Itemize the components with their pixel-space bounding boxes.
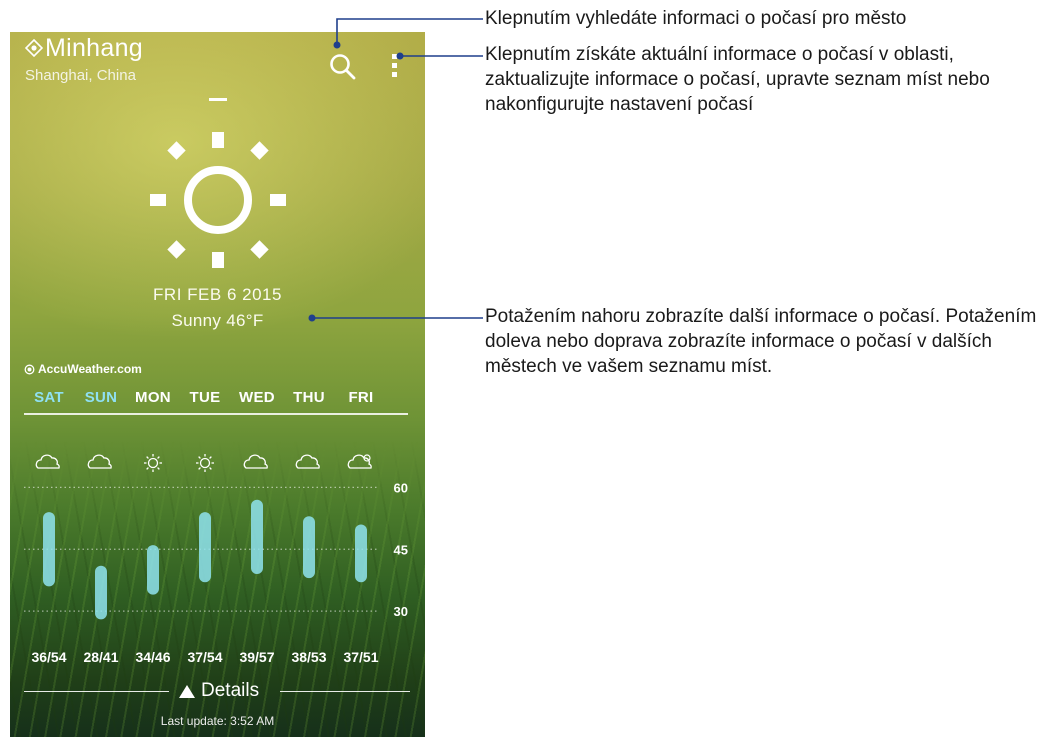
- temperature-bar: [95, 565, 107, 620]
- city-name: Minhang: [45, 34, 143, 62]
- temperature-bar: [199, 512, 211, 583]
- cloud-icon: [35, 454, 60, 469]
- temp-range: 37/51: [343, 649, 379, 665]
- search-annotation: Klepnutím vyhledáte informaci o počasí p…: [485, 8, 907, 29]
- sun-icon: [196, 454, 214, 472]
- location-pin-icon: [24, 35, 44, 64]
- details-divider-left: [24, 691, 169, 692]
- day-label[interactable]: MON: [128, 389, 178, 406]
- y-tick-label: 60: [394, 480, 408, 495]
- arrow-up-icon: [179, 684, 195, 698]
- partly-cloudy-icon: [347, 454, 372, 469]
- cloud-icon: [87, 454, 112, 469]
- region-name: Shanghai, China: [25, 67, 136, 84]
- pull-handle[interactable]: [209, 98, 227, 101]
- temp-range: 34/46: [135, 649, 171, 665]
- details-bar: Details: [24, 680, 410, 702]
- details-label: Details: [201, 680, 260, 701]
- temp-range: 28/41: [83, 649, 119, 665]
- temperature-bar: [355, 524, 367, 583]
- current-condition: Sunny 46°F: [171, 311, 264, 330]
- temperature-bar: [251, 499, 263, 574]
- y-tick-label: 45: [394, 542, 408, 557]
- day-label[interactable]: SAT: [24, 389, 74, 406]
- weather-screen[interactable]: Minhang Shanghai, China FRI FEB 6 2015 S…: [10, 32, 425, 737]
- details-divider-right: [280, 691, 410, 692]
- temp-range: 38/53: [291, 649, 327, 665]
- day-label[interactable]: FRI: [336, 389, 386, 406]
- day-label[interactable]: WED: [232, 389, 282, 406]
- swipe-annotation: Potažením nahoru zobrazíte další informa…: [485, 306, 1037, 377]
- menu-annotation: Klepnutím získáte aktuální informace o p…: [485, 44, 990, 115]
- day-label[interactable]: TUE: [180, 389, 230, 406]
- search-icon[interactable]: [328, 52, 358, 82]
- day-label[interactable]: THU: [284, 389, 334, 406]
- details-button[interactable]: Details: [179, 680, 259, 702]
- days-divider: [24, 413, 408, 415]
- sunny-weather-icon: [148, 130, 288, 270]
- temperature-bar: [147, 545, 159, 595]
- current-date: FRI FEB 6 2015: [153, 285, 282, 304]
- cloud-icon: [243, 454, 268, 469]
- provider-label: AccuWeather.com: [38, 362, 142, 376]
- sun-icon: [144, 454, 162, 472]
- accuweather-sun-icon: [24, 364, 35, 374]
- location-title: Minhang: [24, 34, 143, 64]
- temp-range: 39/57: [239, 649, 275, 665]
- accuweather-logo[interactable]: AccuWeather.com: [24, 362, 142, 376]
- temp-range: 36/54: [31, 649, 67, 665]
- temperature-bar: [303, 516, 315, 579]
- overflow-menu-icon[interactable]: [388, 52, 402, 80]
- day-label[interactable]: SUN: [76, 389, 126, 406]
- cloud-icon: [295, 454, 320, 469]
- temperature-bar: [43, 512, 55, 587]
- temp-range: 37/54: [187, 649, 223, 665]
- temperature-chart[interactable]: 60 45 30: [10, 420, 425, 645]
- last-update: Last update: 3:52 AM: [160, 714, 275, 728]
- temperature-ranges: 36/54 28/41 34/46 37/54 39/57 38/53 37/5…: [24, 649, 409, 669]
- forecast-days: SAT SUN MON TUE WED THU FRI: [24, 389, 409, 409]
- y-tick-label: 30: [394, 604, 408, 619]
